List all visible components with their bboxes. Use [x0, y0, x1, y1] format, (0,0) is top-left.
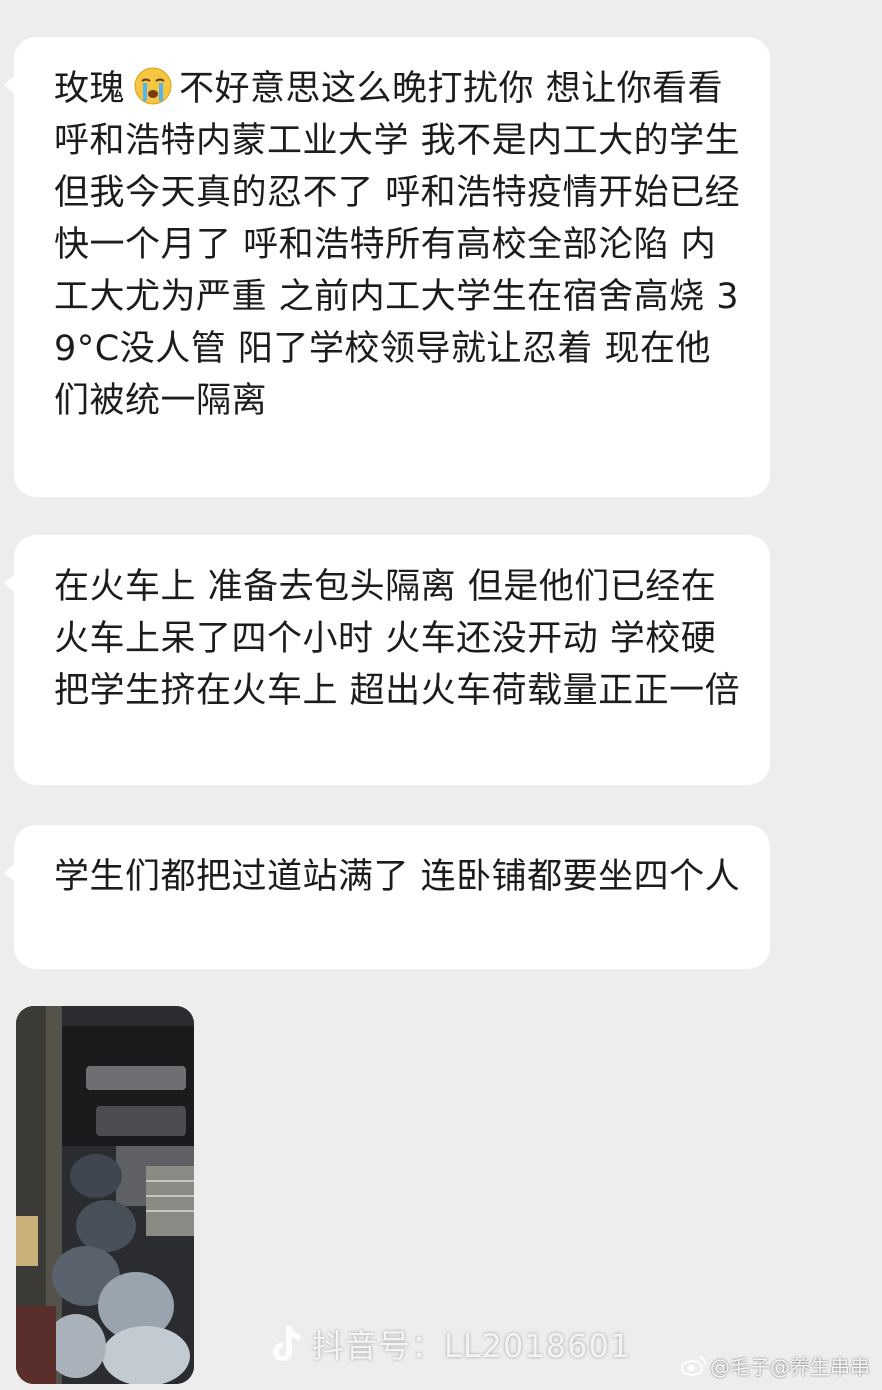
weibo-icon [681, 1356, 706, 1376]
image-message-thumbnail[interactable] [16, 1006, 194, 1384]
message-text-part-2: 不好意思这么晚打扰你 想让你看看呼和浩特内蒙工业大学 我不是内工大的学生但我今天… [54, 69, 741, 421]
message-text-part-1: 玫瑰 [54, 69, 126, 109]
tiktok-icon [273, 1326, 300, 1361]
chat-bubble-message-3[interactable]: 学生们都把过道站满了 连卧铺都要坐四个人 [4, 825, 770, 969]
watermark-text: 抖音号：LL2018601 [312, 1327, 632, 1365]
crying-face-icon [133, 66, 173, 106]
weibo-watermark: @毛子@养生串串 [681, 1350, 870, 1380]
message-text: 在火车上 准备去包头隔离 但是他们已经在火车上呆了四个小时 火车还没开动 学校硬… [54, 567, 741, 711]
message-text: 学生们都把过道站满了 连卧铺都要坐四个人 [54, 857, 741, 897]
chat-bubble-message-1[interactable]: 玫瑰 不好意思这么晚打扰你 想让你看看呼和浩特内蒙工业大学 我不是内工大的学生但… [4, 37, 770, 497]
douyin-watermark: 抖音号：LL2018601 [268, 1318, 631, 1370]
train-interior-photo [16, 1006, 194, 1384]
chat-bubble-message-2[interactable]: 在火车上 准备去包头隔离 但是他们已经在火车上呆了四个小时 火车还没开动 学校硬… [4, 535, 770, 785]
weibo-watermark-text: @毛子@养生串串 [710, 1354, 870, 1379]
